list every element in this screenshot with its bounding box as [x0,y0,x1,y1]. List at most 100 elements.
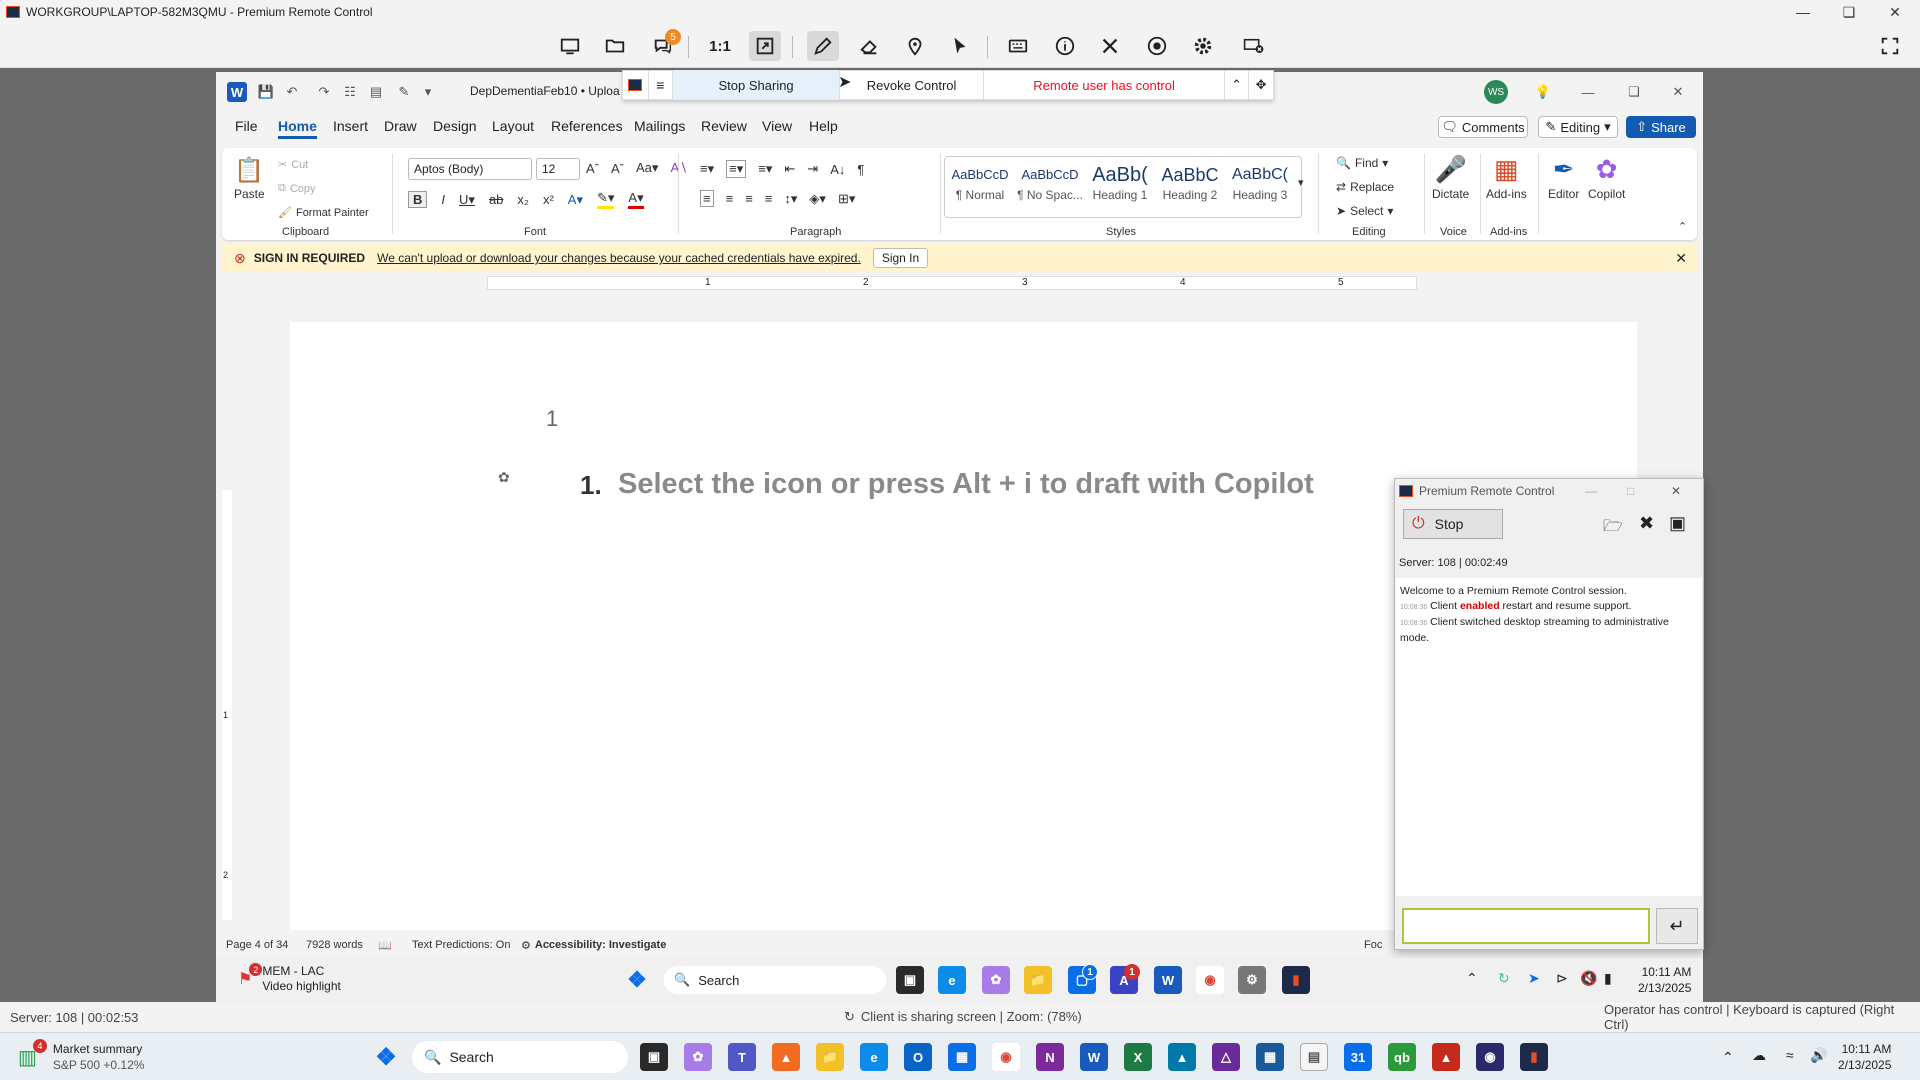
text-effects-button[interactable]: A▾ [568,192,583,208]
pilcrow-icon[interactable]: ¶ [857,162,864,177]
style-heading-3[interactable]: AaBbC(Heading 3 [1226,162,1294,218]
justify-icon[interactable]: ≡ [765,191,773,206]
highlight-button[interactable]: ✎▾ [597,190,615,209]
chrome-icon[interactable]: ◉ [1196,966,1224,994]
paste-button[interactable]: 📋 Paste [234,156,265,201]
accessibility-status[interactable]: ⚙ Accessibility: Investigate [521,939,666,952]
align-center-icon[interactable]: ≡ [726,191,734,206]
store-icon[interactable]: ▢ 1 [1068,964,1098,994]
copilot-button[interactable]: ✿ Copilot [1588,154,1625,201]
style-heading-1[interactable]: AaBb(Heading 1 [1086,162,1154,218]
file-explorer-icon[interactable]: 📁 [1024,966,1052,994]
settings-button[interactable] [1187,31,1219,61]
stop-session-button[interactable]: ⏻ Stop [1403,509,1503,539]
font-color-button[interactable]: A▾ [628,190,644,209]
monitor-close-icon[interactable]: ▣ [1669,513,1686,534]
signin-button[interactable]: Sign In [872,248,929,268]
font-size-select[interactable]: 12 [536,158,580,180]
tab-help[interactable]: Help [809,118,838,134]
doc-icon[interactable]: ▤ [366,82,386,102]
market-widget[interactable]: ▥ 4 Market summary S&P 500 +0.12% [18,1038,144,1073]
page-count[interactable]: Page 4 of 34 [226,939,288,951]
prc-close-button[interactable]: ✕ [1671,484,1681,498]
copilot-placeholder-text[interactable]: Select the icon or press Alt + i to draf… [618,468,1314,501]
customize-icon[interactable]: ▾ [418,82,438,102]
copilot-app-icon[interactable]: ✿ [982,966,1010,994]
trello-icon[interactable]: ▦ [948,1043,976,1071]
onenote-icon[interactable]: N [1036,1043,1064,1071]
copy-button[interactable]: ⧉ Copy [278,182,316,195]
minimize-button[interactable]: — [1780,0,1826,24]
draw-pen-button[interactable] [807,31,839,61]
pointer-button[interactable] [944,31,976,61]
volume-icon[interactable]: 🔊 [1810,1047,1827,1064]
tab-view[interactable]: View [762,118,792,134]
onedrive-off-icon[interactable]: ☁ [1752,1047,1766,1064]
signin-message-link[interactable]: We can't upload or download your changes… [377,251,861,265]
app-orange-icon[interactable]: ▲ [772,1043,800,1071]
italic-button[interactable]: I [441,192,445,207]
outlook-icon[interactable]: O [904,1043,932,1071]
format-painter-button[interactable]: 🖌 Format Painter [278,206,369,220]
quick-access-icon[interactable]: ☷ [340,82,360,102]
user-avatar[interactable]: WS [1484,80,1508,104]
move-icon[interactable]: ✥ [1249,70,1273,100]
chat-button[interactable]: 5 [647,29,681,61]
focus-button[interactable]: Foc [1364,939,1382,951]
multilevel-icon[interactable]: ≡▾ [758,161,772,177]
tab-insert[interactable]: Insert [333,118,368,134]
file-explorer-icon[interactable]: 📁 [816,1043,844,1071]
tab-draw[interactable]: Draw [384,118,417,134]
volume-icon[interactable]: 🔇 [1580,970,1597,987]
task-view-icon[interactable]: ▣ [640,1043,668,1071]
grow-font-icon[interactable]: Aˆ [586,161,599,176]
tools-icon[interactable]: ✖ [1639,513,1654,534]
cut-button[interactable]: ✂ Cut [278,158,308,172]
app-blue-icon[interactable]: ▲ [1168,1043,1196,1071]
remote-clock[interactable]: 10:11 AM 2/13/2025 [1638,964,1691,996]
tab-file[interactable]: File [235,118,258,134]
edge-icon[interactable]: e [860,1043,888,1071]
style-normal[interactable]: AaBbCcD ¶ Normal [946,162,1014,218]
editor-button[interactable]: ✒ Editor [1548,154,1579,201]
calculator-icon[interactable]: ▦ [1256,1043,1284,1071]
tools-button[interactable] [1094,31,1126,61]
prc-maximize-button[interactable]: □ [1627,484,1634,498]
pin-button[interactable] [899,31,931,61]
strikethrough-button[interactable]: ab [489,192,503,207]
replace-button[interactable]: ⇄ Replace [1336,180,1394,194]
app-icon[interactable]: A1 [1110,964,1140,994]
close-icon[interactable]: ✕ [1675,250,1687,267]
select-button[interactable]: ➤ Select ▾ [1336,204,1393,218]
revoke-control-button[interactable]: Revoke Control [840,70,984,100]
monitor-button[interactable] [554,31,586,61]
word-restore-button[interactable]: ❏ [1624,82,1644,102]
save-icon[interactable]: 💾 [256,82,276,102]
share-button[interactable]: ⇧ Share [1626,116,1696,138]
horizontal-ruler[interactable]: 1 2 3 4 5 [222,276,1697,292]
word-count[interactable]: 7928 words [306,939,363,951]
battery-icon[interactable]: ▮ [1604,970,1612,987]
quickbooks-icon[interactable]: qb [1388,1043,1416,1071]
taskbar-search[interactable]: 🔍 Search [412,1041,628,1073]
session-log[interactable]: Welcome to a Premium Remote Control sess… [1396,578,1702,896]
fit-screen-button[interactable] [749,31,781,61]
align-left-icon[interactable]: ≡ [700,190,714,207]
edge-icon[interactable]: e [938,966,966,994]
bullets-icon[interactable]: ≡▾ [700,161,714,177]
line-spacing-icon[interactable]: ↕▾ [784,191,797,207]
word-minimize-button[interactable]: — [1578,82,1598,102]
sort-icon[interactable]: A↓ [830,162,845,177]
comments-button[interactable]: 🗨 Comments [1438,116,1528,138]
tab-review[interactable]: Review [701,118,747,134]
tab-home[interactable]: Home [278,118,317,139]
affinity-icon[interactable]: △ [1212,1043,1240,1071]
eraser-button[interactable] [853,31,885,61]
wifi-icon[interactable]: ≈ [1786,1047,1794,1063]
find-button[interactable]: 🔍 Find ▾ [1336,156,1388,170]
redo-icon[interactable]: ↷ [314,82,334,102]
prc-taskbar-icon[interactable]: ▮ [1282,966,1310,994]
files-button[interactable] [599,31,631,61]
change-case-icon[interactable]: Aa▾ [636,160,658,176]
undo-icon[interactable]: ↶ [282,82,302,102]
